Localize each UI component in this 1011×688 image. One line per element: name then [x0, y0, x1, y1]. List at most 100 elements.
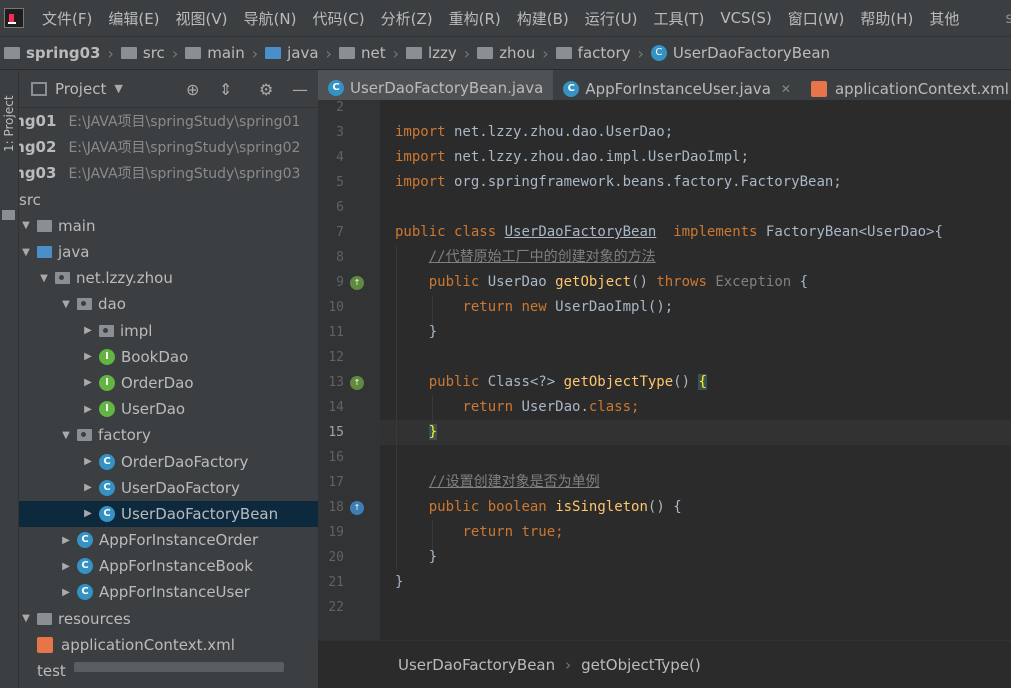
tree-item-interface[interactable]: ▶ I UserDao [19, 396, 318, 422]
chevron-right-icon[interactable]: ▶ [81, 404, 95, 415]
breadcrumb-method[interactable]: getObjectType() [581, 656, 701, 674]
overrides-method-icon[interactable]: ↑ [350, 501, 364, 515]
code-text: } [395, 574, 404, 590]
breadcrumb-item-net[interactable]: net [335, 44, 390, 62]
tree-item-folder[interactable]: ▼ resources [19, 606, 318, 632]
menu-other[interactable]: 其他 [921, 8, 967, 29]
tree-item-class[interactable]: ▶ C AppForInstanceUser [19, 579, 318, 605]
tree-item-interface[interactable]: ▶ I BookDao [19, 344, 318, 370]
breadcrumb-label: factory [577, 44, 631, 62]
chevron-right-icon[interactable]: ▶ [81, 351, 95, 362]
chevron-down-icon[interactable]: ▼ [59, 430, 73, 441]
line-number: 2 [336, 100, 344, 115]
locate-icon[interactable]: ⊕ [186, 80, 199, 99]
chevron-right-icon[interactable]: ▶ [81, 456, 95, 467]
breadcrumb-class[interactable]: UserDaoFactoryBean [398, 656, 555, 674]
menu-tools[interactable]: 工具(T) [645, 8, 712, 29]
chevron-right-icon[interactable]: ▶ [59, 587, 73, 598]
breadcrumb-item-factory[interactable]: factory [552, 44, 635, 62]
class-icon: C [328, 79, 344, 96]
breadcrumb-label: spring03 [26, 44, 101, 62]
chevron-right-icon: › [463, 43, 471, 63]
breadcrumb-item-main[interactable]: main [181, 44, 248, 62]
keyword: public [428, 274, 480, 290]
menu-vcs[interactable]: VCS(S) [712, 9, 779, 27]
interface-icon: I [99, 348, 115, 365]
tree-item-class[interactable]: ▶ C OrderDaoFactory [19, 448, 318, 474]
close-icon[interactable]: ✕ [781, 82, 791, 96]
chevron-down-icon[interactable]: ▼ [114, 82, 122, 95]
tree-item-class[interactable]: ▶ C AppForInstanceOrder [19, 527, 318, 553]
menu-code[interactable]: 代码(C) [304, 8, 372, 29]
menu-build[interactable]: 构建(B) [509, 8, 577, 29]
tree-item-interface[interactable]: ▶ I OrderDao [19, 370, 318, 396]
tree-item-folder[interactable]: src [19, 187, 318, 213]
chevron-down-icon[interactable]: ▼ [19, 220, 33, 231]
tree-item-module[interactable]: ing02 E:\JAVA项目\springStudy\spring02 [19, 134, 318, 160]
tree-item-folder[interactable]: ▼ java [19, 239, 318, 265]
line-number: 10 [328, 300, 344, 315]
tree-item-class-selected[interactable]: ▶ C UserDaoFactoryBean [19, 500, 318, 527]
tree-item-package[interactable]: ▼ dao [19, 291, 318, 317]
breadcrumb-item-src[interactable]: src [117, 44, 169, 62]
line-number: 4 [336, 150, 344, 165]
menu-file[interactable]: 文件(F) [34, 8, 100, 29]
chevron-right-icon[interactable]: ▶ [81, 377, 95, 388]
project-view-selector[interactable]: Project [55, 80, 106, 98]
tree-item-class[interactable]: ▶ C UserDaoFactory [19, 475, 318, 501]
breadcrumb-item-class[interactable]: C UserDaoFactoryBean [647, 44, 834, 62]
menu-view[interactable]: 视图(V) [168, 8, 236, 29]
code-text: FactoryBean<UserDao>{ [757, 224, 943, 240]
tree-item-label: java [58, 243, 90, 262]
code-line-10: return new UserDaoImpl(); [395, 295, 673, 320]
chevron-down-icon[interactable]: ▼ [19, 613, 33, 624]
implements-method-icon[interactable]: ↑ [350, 376, 364, 390]
tree-item-class[interactable]: ▶ C AppForInstanceBook [19, 553, 318, 579]
interface-icon: I [99, 374, 115, 391]
chevron-right-icon[interactable]: ▶ [59, 561, 73, 572]
code-text: UserDao [479, 274, 556, 290]
breadcrumb-item-lzzy[interactable]: lzzy [402, 44, 461, 62]
menu-refactor[interactable]: 重构(R) [441, 8, 509, 29]
menu-navigate[interactable]: 导航(N) [236, 8, 305, 29]
chevron-right-icon[interactable]: ▶ [59, 535, 73, 546]
tree-item-folder[interactable]: ▼ main [19, 213, 318, 239]
line-number: 18 [328, 500, 344, 515]
tree-item-module[interactable]: ing03 E:\JAVA项目\springStudy\spring03 [19, 160, 318, 186]
breadcrumb-item-zhou[interactable]: zhou [473, 44, 539, 62]
code-text: ; [631, 399, 640, 415]
tree-item-package[interactable]: ▼ factory [19, 422, 318, 448]
menu-analyze[interactable]: 分析(Z) [373, 8, 441, 29]
code-text: net.lzzy.zhou.dao.UserDao; [445, 124, 674, 140]
tree-item-label: factory [98, 426, 151, 445]
tab-label: UserDaoFactoryBean.java [350, 78, 544, 97]
menu-help[interactable]: 帮助(H) [852, 8, 921, 29]
chevron-down-icon[interactable]: ▼ [37, 273, 51, 284]
project-panel: Project ▼ ⊕ ⇕ ⚙ — ing01 E:\JAVA项目\spring… [19, 70, 318, 688]
tree-horizontal-scrollbar[interactable] [74, 662, 284, 672]
project-tool-window-button[interactable]: 1: Project [2, 95, 16, 152]
comment: //代替原始工厂中的创建对象的方法 [428, 249, 656, 265]
implements-method-icon[interactable]: ↑ [350, 276, 364, 290]
menu-run[interactable]: 运行(U) [577, 8, 646, 29]
tree-item-label: UserDaoFactory [121, 478, 240, 497]
menu-window[interactable]: 窗口(W) [780, 8, 853, 29]
tree-item-package[interactable]: ▶ impl [19, 318, 318, 344]
tree-item-label: impl [120, 321, 153, 340]
tree-item-package[interactable]: ▼ net.lzzy.zhou [19, 265, 318, 291]
tree-item-file[interactable]: applicationContext.xml [19, 632, 318, 658]
breadcrumb-item-java[interactable]: java [261, 44, 322, 62]
tree-item-module[interactable]: ing01 E:\JAVA项目\springStudy\spring01 [19, 108, 318, 134]
chevron-right-icon[interactable]: ▶ [81, 508, 95, 519]
code-text: { [791, 274, 809, 290]
chevron-right-icon[interactable]: ▶ [81, 482, 95, 493]
hide-icon[interactable]: — [292, 80, 308, 99]
breadcrumb-item-spring03[interactable]: spring03 [0, 44, 105, 62]
chevron-down-icon[interactable]: ▼ [19, 247, 33, 258]
menu-edit[interactable]: 编辑(E) [100, 8, 167, 29]
chevron-right-icon[interactable]: ▶ [81, 325, 95, 336]
collapse-all-icon[interactable]: ⇕ [219, 80, 232, 99]
class-icon: C [99, 479, 115, 496]
chevron-down-icon[interactable]: ▼ [59, 299, 73, 310]
gear-icon[interactable]: ⚙ [259, 80, 273, 99]
